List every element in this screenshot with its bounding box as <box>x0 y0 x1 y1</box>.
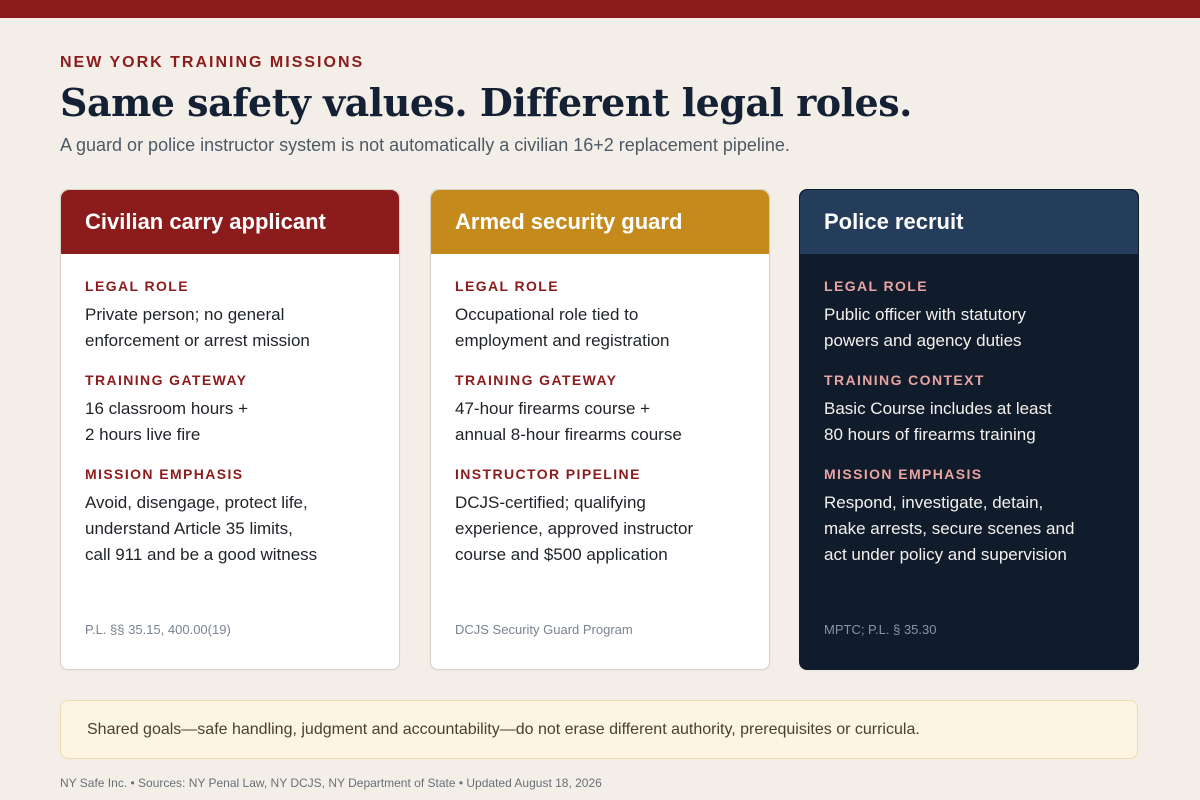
card-title: Civilian carry applicant <box>61 190 399 254</box>
card-section-legal-role: LEGAL ROLE Public officer with statutory… <box>824 276 1114 354</box>
card-armed-security-guard: Armed security guard LEGAL ROLE Occupati… <box>430 189 770 670</box>
card-civilian-carry-applicant: Civilian carry applicant LEGAL ROLE Priv… <box>60 189 400 670</box>
section-label: LEGAL ROLE <box>824 278 928 294</box>
page-subtitle: A guard or police instructor system is n… <box>60 135 790 155</box>
card-source-citation: DCJS Security Guard Program <box>455 622 633 637</box>
section-label: INSTRUCTOR PIPELINE <box>455 466 641 482</box>
top-accent-bar <box>0 0 1200 18</box>
card-title: Police recruit <box>800 190 1138 254</box>
section-text: Avoid, disengage, protect life, understa… <box>85 493 318 564</box>
section-text: 47-hour firearms course + annual 8-hour … <box>455 399 682 444</box>
section-label: TRAINING CONTEXT <box>824 372 985 388</box>
card-police-recruit: Police recruit LEGAL ROLE Public officer… <box>799 189 1139 670</box>
section-text: 16 classroom hours + 2 hours live fire <box>85 399 248 444</box>
card-body: LEGAL ROLE Occupational role tied to emp… <box>431 254 769 568</box>
section-label: MISSION EMPHASIS <box>85 466 244 482</box>
card-section-training-context: TRAINING CONTEXT Basic Course includes a… <box>824 370 1114 448</box>
card-title: Armed security guard <box>431 190 769 254</box>
section-label: LEGAL ROLE <box>85 278 189 294</box>
card-section-mission-emphasis: MISSION EMPHASIS Respond, investigate, d… <box>824 464 1114 568</box>
card-section-legal-role: LEGAL ROLE Occupational role tied to emp… <box>455 276 745 354</box>
card-body: LEGAL ROLE Private person; no general en… <box>61 254 399 568</box>
card-source-citation: P.L. §§ 35.15, 400.00(19) <box>85 622 231 637</box>
section-label: TRAINING GATEWAY <box>85 372 248 388</box>
section-text: Basic Course includes at least 80 hours … <box>824 399 1052 444</box>
card-section-mission-emphasis: MISSION EMPHASIS Avoid, disengage, prote… <box>85 464 375 568</box>
section-label: LEGAL ROLE <box>455 278 559 294</box>
summary-note: Shared goals—safe handling, judgment and… <box>60 700 1138 759</box>
summary-note-text: Shared goals—safe handling, judgment and… <box>87 720 920 738</box>
section-label: TRAINING GATEWAY <box>455 372 618 388</box>
card-section-instructor-pipeline: INSTRUCTOR PIPELINE DCJS-certified; qual… <box>455 464 745 568</box>
eyebrow-label: NEW YORK TRAINING MISSIONS <box>60 54 365 71</box>
card-source-citation: MPTC; P.L. § 35.30 <box>824 622 937 637</box>
section-text: Public officer with statutory powers and… <box>824 305 1026 350</box>
section-text: Occupational role tied to employment and… <box>455 305 670 350</box>
section-label: MISSION EMPHASIS <box>824 466 983 482</box>
footer-sources: NY Safe Inc. • Sources: NY Penal Law, NY… <box>60 776 602 790</box>
section-text: Respond, investigate, detain, make arres… <box>824 493 1075 564</box>
card-section-training-gateway: TRAINING GATEWAY 47-hour firearms course… <box>455 370 745 448</box>
page-title: Same safety values. Different legal role… <box>60 80 912 125</box>
card-section-training-gateway: TRAINING GATEWAY 16 classroom hours + 2 … <box>85 370 375 448</box>
card-section-legal-role: LEGAL ROLE Private person; no general en… <box>85 276 375 354</box>
card-body: LEGAL ROLE Public officer with statutory… <box>800 254 1138 568</box>
section-text: DCJS-certified; qualifying experience, a… <box>455 493 694 564</box>
section-text: Private person; no general enforcement o… <box>85 305 310 350</box>
